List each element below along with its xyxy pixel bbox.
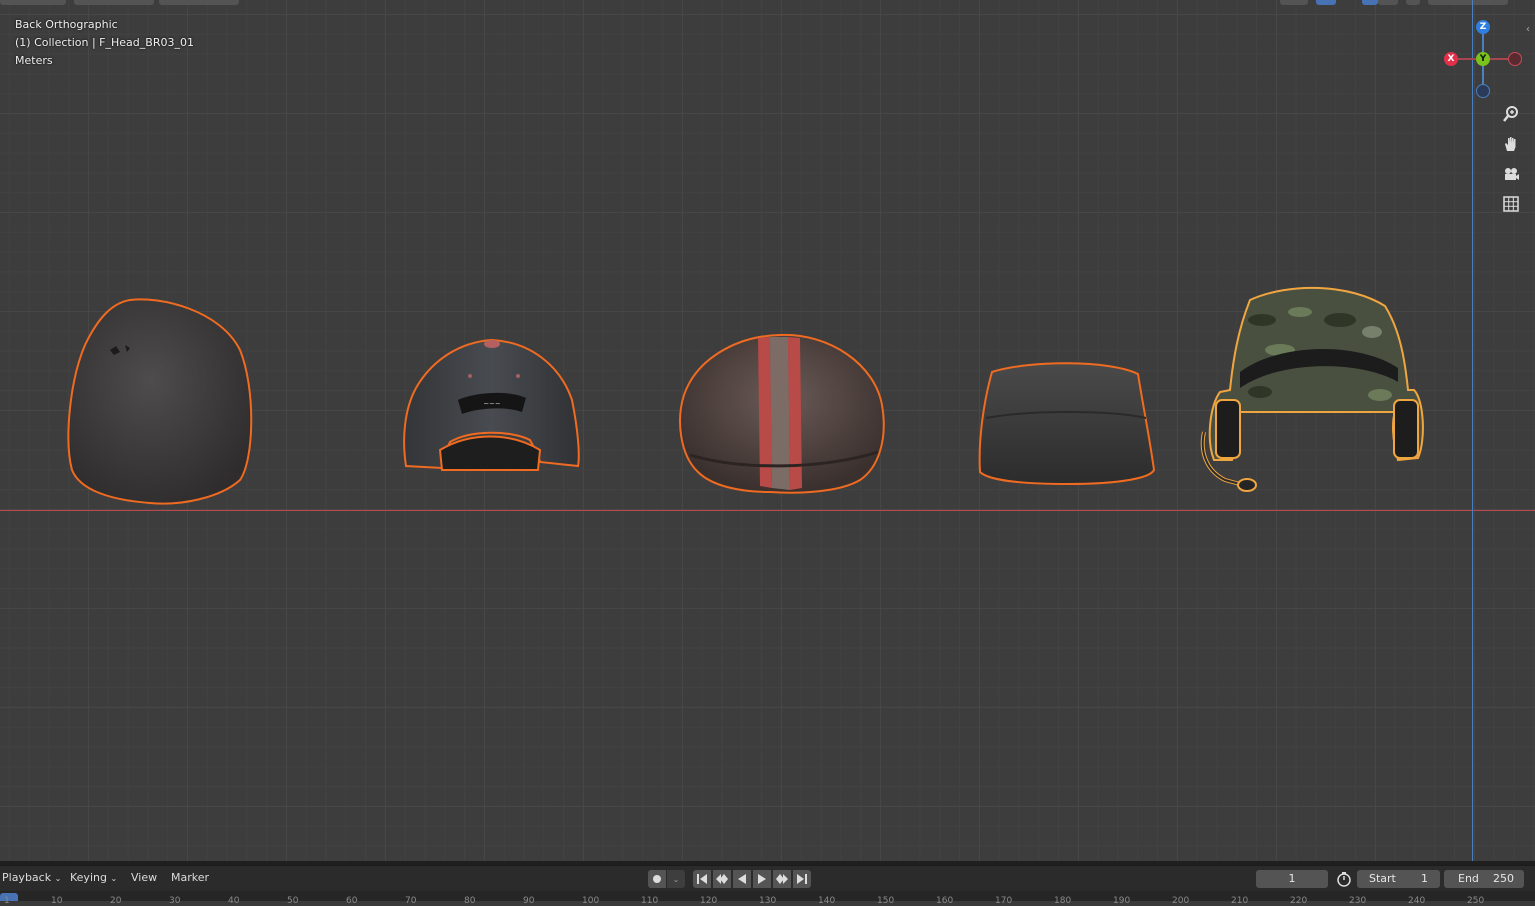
baseball-cap-object[interactable]: ~~~	[403, 338, 580, 471]
ruler-tick-label: 70	[405, 896, 417, 906]
sidebar-toggle-icon[interactable]: ‹	[1526, 24, 1530, 35]
timeline-header: Playback ⌄ Keying ⌄ View Marker ⌄ 1 Star…	[0, 865, 1535, 892]
marker-menu[interactable]: Marker	[171, 871, 209, 884]
record-icon	[653, 875, 661, 883]
ruler-tick-label: 100	[582, 896, 600, 906]
gizmo-z-button[interactable]: Z	[1476, 20, 1490, 34]
ruler-tick-label: 240	[1408, 896, 1426, 906]
scene-objects: ~~~	[67, 286, 1424, 505]
playback-menu[interactable]: Playback ⌄	[2, 871, 61, 884]
gizmo-neg-x-button[interactable]	[1508, 52, 1522, 66]
svg-text:~~~: ~~~	[483, 400, 501, 408]
timeline-ruler[interactable]: 1 10 20 30 40 50 60 70 80 90 100 110 120 130 140 150 160…	[0, 891, 1535, 906]
start-value: 1	[1421, 872, 1428, 885]
stopwatch-icon[interactable]	[1336, 871, 1352, 891]
chevron-down-icon: ⌄	[54, 874, 62, 883]
ruler-tick-label: 10	[51, 896, 63, 906]
start-label: Start	[1369, 872, 1396, 885]
jump-start-icon	[697, 874, 707, 884]
ruler-tick-label: 250	[1467, 896, 1485, 906]
ruler-tick-label: 110	[641, 896, 659, 906]
ruler-tick-label: 180	[1054, 896, 1072, 906]
ruler-tick-label: 30	[169, 896, 181, 906]
end-frame-field[interactable]: End 250	[1444, 870, 1524, 888]
ruler-tick-label: 1	[4, 896, 10, 906]
end-label: End	[1458, 872, 1479, 885]
ruler-tick-label: 20	[110, 896, 122, 906]
ruler-tick-label: 230	[1349, 896, 1367, 906]
ruler-tick-label: 150	[877, 896, 895, 906]
ruler-tick-label: 140	[818, 896, 836, 906]
jump-prev-keyframe-button[interactable]	[713, 870, 731, 888]
play-icon	[758, 874, 766, 884]
ruler-tick-label: 80	[464, 896, 476, 906]
next-keyframe-icon	[776, 874, 788, 884]
jump-end-button[interactable]	[793, 870, 811, 888]
field-cap-object[interactable]	[978, 362, 1156, 486]
3d-viewport[interactable]: Back Orthographic (1) Collection | F_Hea…	[0, 0, 1535, 861]
ruler-tick-label: 210	[1231, 896, 1249, 906]
ruler-tick-label: 60	[346, 896, 358, 906]
play-reverse-button[interactable]	[733, 870, 751, 888]
jump-next-keyframe-button[interactable]	[773, 870, 791, 888]
chevron-down-icon: ⌄	[110, 874, 118, 883]
current-frame-field[interactable]: 1	[1256, 870, 1328, 888]
play-reverse-icon	[738, 874, 746, 884]
ruler-tick-label: 200	[1172, 896, 1190, 906]
camo-cap-headset-object[interactable]	[1200, 286, 1424, 492]
gizmo-y-button[interactable]: Y	[1476, 52, 1490, 66]
gizmo-neg-z-button[interactable]	[1476, 84, 1490, 98]
camera-icon[interactable]	[1500, 163, 1522, 185]
zoom-icon[interactable]	[1500, 103, 1522, 125]
gizmo-x-button[interactable]: X	[1444, 52, 1458, 66]
ruler-tick-label: 160	[936, 896, 954, 906]
ruler-tick-label: 130	[759, 896, 777, 906]
ruler-tick-label: 40	[228, 896, 240, 906]
auto-keying-button[interactable]	[648, 870, 666, 888]
beanie-object[interactable]	[67, 298, 253, 505]
jump-end-icon	[797, 874, 807, 884]
jump-start-button[interactable]	[693, 870, 711, 888]
keying-menu[interactable]: Keying ⌄	[70, 871, 117, 884]
end-value: 250	[1493, 872, 1514, 885]
ruler-tick-label: 170	[995, 896, 1013, 906]
play-button[interactable]	[753, 870, 771, 888]
ruler-tick-label: 120	[700, 896, 718, 906]
keying-dropdown-button[interactable]: ⌄	[667, 870, 685, 888]
ruler-tick-label: 220	[1290, 896, 1308, 906]
flat-cap-object[interactable]	[679, 333, 885, 494]
start-frame-field[interactable]: Start 1	[1357, 870, 1440, 888]
hand-pan-icon[interactable]	[1500, 133, 1522, 155]
ruler-tick-label: 90	[523, 896, 535, 906]
ruler-tick-label: 50	[287, 896, 299, 906]
grid-icon[interactable]	[1500, 193, 1522, 215]
view-menu[interactable]: View	[131, 871, 157, 884]
prev-keyframe-icon	[716, 874, 728, 884]
ruler-tick-label: 190	[1113, 896, 1131, 906]
